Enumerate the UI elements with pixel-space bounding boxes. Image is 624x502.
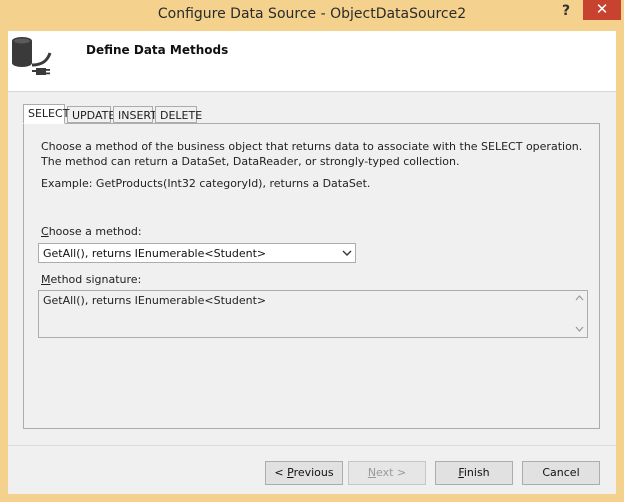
select-tab-panel: Choose a method of the business object t…	[23, 123, 600, 429]
database-plug-icon	[12, 37, 52, 75]
previous-button[interactable]: < Previous	[265, 461, 343, 485]
signature-scrollbar[interactable]	[572, 291, 587, 337]
operation-description: Choose a method of the business object t…	[41, 140, 583, 168]
scroll-up-icon[interactable]	[575, 295, 584, 301]
choose-method-label: Choose a method:	[41, 225, 142, 238]
selected-method: GetAll(), returns IEnumerable<Student>	[43, 247, 267, 260]
footer-divider	[8, 445, 616, 446]
tab-insert[interactable]: INSERT	[113, 106, 157, 123]
next-button[interactable]: Next >	[348, 461, 426, 485]
wizard-header: Define Data Methods	[8, 31, 616, 92]
example-text: Example: GetProducts(Int32 categoryId), …	[41, 177, 371, 190]
close-icon: ✕	[595, 0, 609, 18]
tab-delete[interactable]: DELETE	[155, 106, 202, 123]
tab-label: SELECT	[28, 107, 70, 120]
tab-select[interactable]: SELECT	[23, 104, 69, 124]
dialog-window: Configure Data Source - ObjectDataSource…	[0, 0, 624, 502]
method-signature-label: Method signature:	[41, 273, 142, 286]
window-title: Configure Data Source - ObjectDataSource…	[157, 6, 467, 22]
close-button[interactable]: ✕	[583, 0, 621, 20]
tab-label: INSERT	[118, 109, 157, 122]
finish-button[interactable]: Finish	[435, 461, 513, 485]
dialog-client-area: Define Data Methods SELECT UPDATE INSERT…	[8, 31, 616, 494]
page-title: Define Data Methods	[86, 43, 229, 57]
tab-label: UPDATE	[72, 109, 116, 122]
tab-label: DELETE	[160, 109, 203, 122]
scroll-down-icon[interactable]	[575, 326, 584, 332]
method-signature-field[interactable]: GetAll(), returns IEnumerable<Student>	[38, 290, 588, 338]
method-dropdown[interactable]: GetAll(), returns IEnumerable<Student>	[38, 243, 356, 263]
tab-update[interactable]: UPDATE	[67, 106, 115, 123]
chevron-down-icon	[342, 250, 352, 256]
method-signature-value: GetAll(), returns IEnumerable<Student>	[43, 294, 267, 307]
help-button[interactable]: ?	[553, 1, 579, 21]
title-bar[interactable]: Configure Data Source - ObjectDataSource…	[0, 0, 624, 28]
cancel-button[interactable]: Cancel	[522, 461, 600, 485]
